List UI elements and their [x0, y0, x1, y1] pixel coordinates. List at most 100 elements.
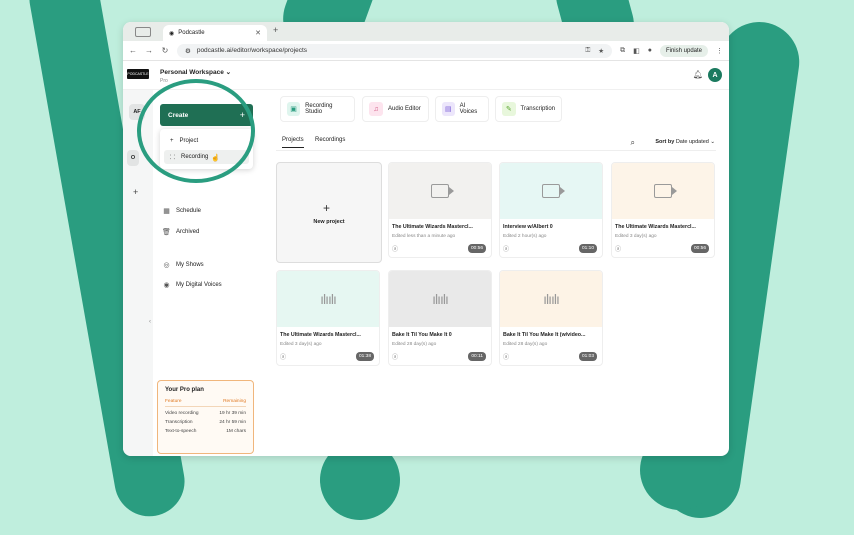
plus-icon: + [170, 138, 174, 144]
finish-update-button[interactable]: Finish update [659, 44, 708, 57]
audio-waveform-icon: ılıılı [320, 291, 337, 307]
profile-icon[interactable]: ● [648, 47, 652, 54]
workspace-plan: Pro [160, 78, 168, 84]
bookmark-star-icon[interactable]: ★ [598, 47, 604, 55]
workspace-rail: AF O + ‹ [123, 90, 153, 456]
search-icon[interactable]: ⌕ [631, 138, 635, 148]
tab-title: Podcastle [178, 30, 205, 36]
bell-icon[interactable]: 🔔︎ [693, 70, 703, 79]
workspace-name[interactable]: Personal Workspace ⌄ [160, 68, 231, 76]
collapse-sidebar-icon[interactable]: ‹ [149, 319, 151, 325]
new-project-label: New project [313, 219, 345, 225]
reload-icon[interactable]: ↻ [161, 46, 169, 55]
collaborator-icon: ⓐ [503, 355, 510, 361]
collaborator-icon: ⓐ [392, 247, 399, 253]
plan-row: Video recording 19 hr 39 min [165, 411, 246, 416]
ai-voice-icon: ▤ [442, 102, 455, 116]
url-input[interactable]: ⚙ podcastle.ai/editor/workspace/projects… [177, 43, 613, 58]
create-button[interactable]: Create + [160, 104, 253, 126]
mouse-cursor-icon: ☝ [211, 155, 220, 162]
project-card[interactable]: ılıılı 01:03 Bake It Til You Make It (w/… [499, 270, 603, 366]
project-card[interactable]: 00:56 The Ultimate Wizards Mastercl... E… [611, 162, 715, 258]
duration-badge: 00:11 [468, 352, 486, 361]
transcript-icon: ✎ [502, 102, 516, 116]
plan-header: Feature Remaining [165, 399, 246, 407]
card-title: Interview w/Albert 0 [503, 224, 553, 230]
project-card[interactable]: ılıılı 00:11 Bake It Til You Make It 0 E… [388, 270, 492, 366]
tool-transcription[interactable]: ✎ Transcription [495, 96, 562, 122]
chevron-down-icon: ⌄ [225, 69, 232, 76]
tool-ai-voices[interactable]: ▤ AI Voices [435, 96, 489, 122]
nav-archived[interactable]: 🗑︎ Archived [162, 228, 199, 236]
card-thumbnail [500, 163, 602, 219]
card-thumbnail [612, 163, 714, 219]
new-tab-icon[interactable]: + [273, 25, 278, 35]
duration-badge: 00:56 [467, 244, 486, 253]
window-control-icon[interactable] [135, 27, 151, 37]
url-text: podcastle.ai/editor/workspace/projects [196, 47, 308, 54]
broadcast-icon: ◎ [163, 262, 170, 269]
project-card[interactable]: 01:10 Interview w/Albert 0 Edited 2 hour… [499, 162, 603, 258]
workspace-switch-o[interactable]: O [127, 150, 139, 166]
card-edited: Edited 28 day(s) ago [503, 342, 548, 347]
card-title: The Ultimate Wizards Mastercl... [615, 224, 696, 230]
close-tab-icon[interactable]: ✕ [255, 29, 261, 37]
audio-waveform-icon: ılıılı [432, 291, 449, 307]
waveform-icon: ♫ [369, 102, 383, 116]
add-workspace-icon[interactable]: + [133, 187, 138, 197]
tab-bar: ◉ Podcastle ✕ + [123, 22, 729, 41]
sidebar: Create + + Project ⸬ Recording ▦ Schedule… [153, 90, 269, 456]
sidepanel-icon[interactable]: ◧ [633, 47, 640, 55]
card-thumbnail: ılıılı [277, 271, 379, 327]
menu-item-recording[interactable]: ⸬ Recording [164, 150, 249, 164]
browser-tab[interactable]: ◉ Podcastle ✕ [163, 25, 267, 41]
workspace-switch-af[interactable]: AF [129, 104, 145, 120]
site-info-icon[interactable]: ⚙ [185, 47, 191, 55]
duration-badge: 01:10 [578, 244, 597, 253]
card-thumbnail [389, 163, 491, 219]
chevron-down-icon: ⌄ [710, 139, 715, 145]
card-title: The Ultimate Wizards Mastercl... [392, 224, 473, 230]
card-thumbnail: ılıılı [500, 271, 602, 327]
nav-my-digital-voices[interactable]: ◉ My Digital Voices [162, 281, 221, 289]
menu-item-project[interactable]: + Project [164, 134, 249, 148]
collaborator-icon: ⓐ [392, 355, 399, 361]
password-key-icon[interactable]: ⚿ [585, 47, 590, 55]
tab-projects[interactable]: Projects [282, 137, 304, 148]
project-card[interactable]: ılıılı 01:38 The Ultimate Wizards Master… [276, 270, 380, 366]
tool-audio-editor[interactable]: ♫ Audio Editor [362, 96, 429, 122]
video-camera-icon [431, 184, 454, 198]
tab-recordings[interactable]: Recordings [315, 137, 345, 143]
voice-icon: ◉ [163, 282, 170, 289]
project-card[interactable]: 00:56 The Ultimate Wizards Mastercl... E… [388, 162, 492, 258]
create-menu: + Project ⸬ Recording [160, 129, 253, 169]
sort-dropdown[interactable]: Sort by Date updated ⌄ [655, 139, 715, 145]
pro-plan-panel: Your Pro plan Feature Remaining Video rec… [157, 380, 254, 454]
duration-badge: 00:56 [690, 244, 709, 253]
back-icon[interactable]: ← [129, 46, 137, 55]
collaborator-icon: ⓐ [280, 355, 287, 361]
plus-icon: + [323, 201, 331, 215]
forward-icon[interactable]: → [145, 46, 153, 55]
card-edited: Edited 28 day(s) ago [392, 342, 437, 347]
plan-row: Transcription 24 hr 59 min [165, 420, 246, 425]
podcastle-logo[interactable]: PODCASTLE [127, 69, 149, 79]
collaborator-icon: ⓐ [503, 247, 510, 253]
card-title: Bake It Til You Make It (w/video... [503, 332, 586, 338]
plus-icon: + [239, 110, 245, 120]
avatar[interactable]: A [708, 68, 722, 82]
extensions-icon[interactable]: ⧉ [620, 47, 625, 55]
plan-title: Your Pro plan [165, 387, 204, 393]
video-camera-icon [542, 184, 565, 198]
menu-dots-icon[interactable]: ⋮ [716, 47, 723, 55]
card-edited: Edited 2 hour(s) ago [503, 234, 547, 239]
tool-recording-studio[interactable]: ▣ Recording Studio [280, 96, 355, 122]
nav-schedule[interactable]: ▦ Schedule [162, 207, 201, 215]
new-project-card[interactable]: + New project [276, 162, 382, 263]
browser-window: ◉ Podcastle ✕ + ← → ↻ ⚙ podcastle.ai/edi… [123, 22, 729, 456]
duration-badge: 01:03 [578, 352, 597, 361]
duration-badge: 01:38 [355, 352, 374, 361]
address-bar: ← → ↻ ⚙ podcastle.ai/editor/workspace/pr… [123, 41, 729, 61]
nav-my-shows[interactable]: ◎ My Shows [162, 261, 203, 269]
microphone-icon: ▣ [287, 102, 301, 116]
